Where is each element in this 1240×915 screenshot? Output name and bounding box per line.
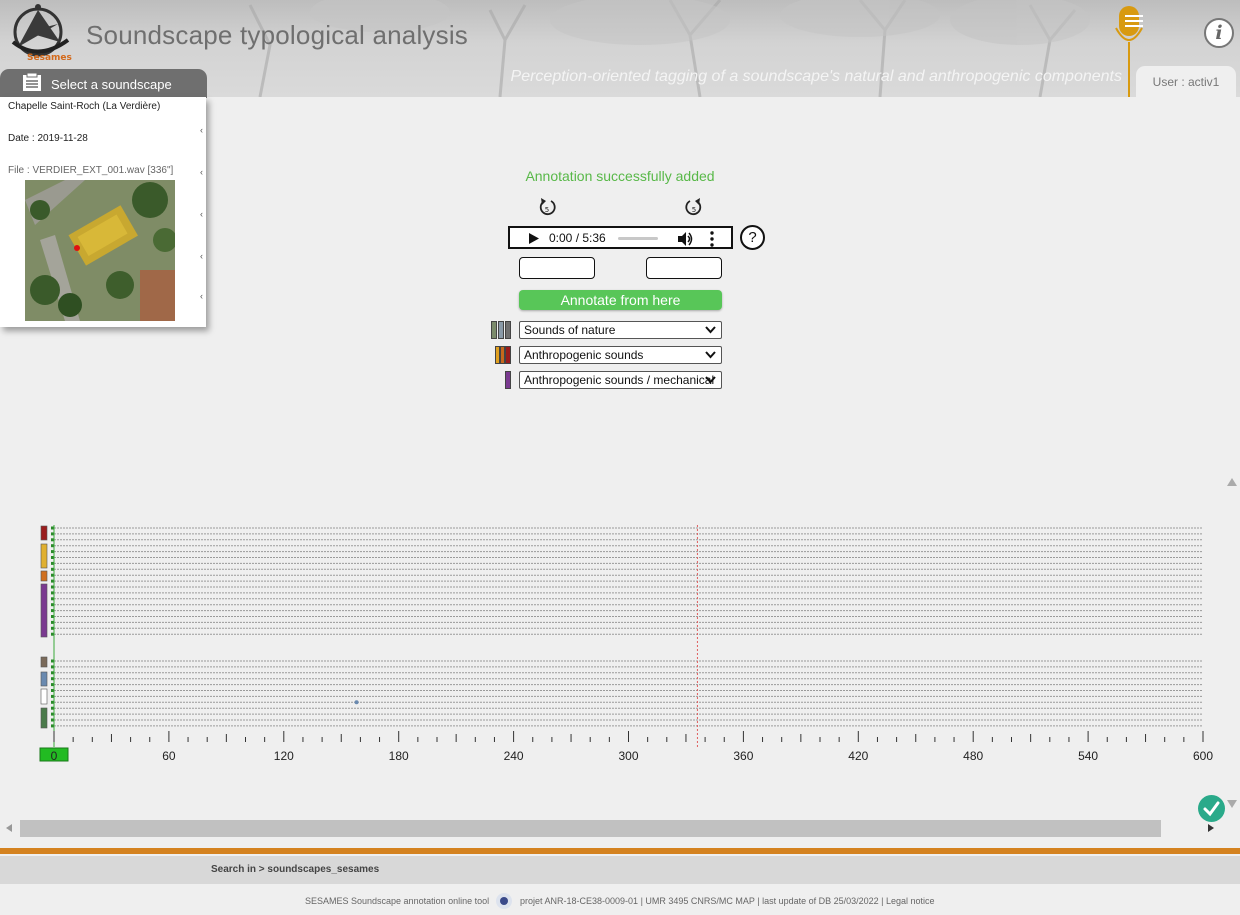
forward-value: 5 [692,206,696,214]
list-icon [23,73,41,91]
footer-divider [0,848,1240,854]
nature-category-select[interactable]: Sounds of nature [519,321,722,339]
x-tick-label: 480 [963,749,983,763]
annotate-from-here-button[interactable]: Annotate from here [519,290,722,310]
nature-select-value: Sounds of nature [524,323,616,337]
category-color-block [40,570,48,582]
chevron-down-icon [705,351,716,359]
mechanical-color-swatch [505,371,511,389]
user-label[interactable]: User : activ1 [1136,66,1236,97]
scroll-down-icon[interactable] [1227,800,1237,808]
panel-chevron-icon[interactable]: ‹ [200,251,203,261]
soundscape-file: File : VERDIER_EXT_001.wav [336"] [8,165,174,176]
select-soundscape-label: Select a soundscape [51,77,172,92]
status-message: Annotation successfully added [525,168,715,184]
audio-progress-bar[interactable] [618,237,658,240]
anthropogenic-category-select[interactable]: Anthropogenic sounds [519,346,722,364]
footer-credits[interactable]: projet ANR-18-CE38-0009-01 | UMR 3495 CN… [520,896,935,906]
search-path[interactable]: Search in > soundscapes_sesames [211,864,379,875]
category-color-block [40,583,48,638]
page-subtitle: Perception-oriented tagging of a soundsc… [510,68,1122,85]
soundscape-panel: Chapelle Saint-Roch (La Verdière) Date :… [0,97,206,327]
start-time-input[interactable] [519,257,595,279]
category-color-block [40,525,48,541]
forward-5s-icon[interactable]: 5 [684,195,704,217]
x-tick-label: 360 [733,749,753,763]
rewind-5s-icon[interactable]: 5 [537,195,557,217]
anthropogenic-color-swatch [495,346,511,364]
x-tick-label: 600 [1193,749,1213,763]
more-options-icon[interactable] [710,231,714,247]
page-title: Soundscape typological analysis [86,20,468,50]
scroll-right-icon[interactable] [1208,824,1214,832]
mechanical-select-value: Anthropogenic sounds / mechanical [524,373,715,387]
x-tick-label: 0 [51,749,58,763]
aerial-photo[interactable] [25,180,175,321]
category-color-block [40,707,48,729]
category-color-block [40,543,48,569]
scroll-up-icon[interactable] [1227,478,1237,486]
soundscape-place: Chapelle Saint-Roch (La Verdière) [8,101,161,112]
category-color-block [40,656,48,668]
scrollbar-thumb[interactable] [20,820,1161,837]
rewind-back-value: 5 [545,206,549,214]
x-tick-label: 180 [389,749,409,763]
annotation-timeline[interactable]: 0 60 120 180 240 300 360 420 480 540 600 [0,515,1240,765]
audio-time: 0:00 / 5:36 [549,231,606,245]
panel-chevron-icon[interactable]: ‹ [200,209,203,219]
annotation-point [354,700,359,705]
footer-tool-name: SESAMES Soundscape annotation online too… [305,896,490,906]
panel-chevron-icon[interactable]: ‹ [200,125,203,135]
x-tick-label: 240 [504,749,524,763]
x-tick-label: 300 [618,749,638,763]
x-tick-label: 420 [848,749,868,763]
category-color-block [40,688,48,705]
panel-chevron-icon[interactable]: ‹ [200,167,203,177]
panel-chevron-icon[interactable]: ‹ [200,291,203,301]
search-bar: Search in > soundscapes_sesames [0,856,1240,884]
footer: SESAMES Soundscape annotation online too… [0,888,1240,915]
nature-color-swatch [491,321,511,339]
chevron-down-icon [705,376,716,384]
audio-player[interactable]: 0:00 / 5:36 [508,226,733,249]
info-button[interactable]: i [1204,18,1234,48]
chevron-down-icon [705,326,716,334]
x-tick-label: 540 [1078,749,1098,763]
horizontal-scrollbar[interactable] [0,818,1240,839]
category-color-block [40,671,48,687]
volume-icon[interactable] [678,232,693,246]
scroll-left-icon[interactable] [6,824,12,832]
logo-text: Sesames [27,53,72,63]
cnrs-logo-icon [496,893,512,909]
anthropogenic-select-value: Anthropogenic sounds [524,348,644,362]
x-tick-label: 120 [274,749,294,763]
soundscape-date: Date : 2019-11-28 [8,133,88,144]
select-soundscape-tab[interactable]: Select a soundscape [0,69,207,98]
play-icon[interactable] [529,233,539,244]
mechanical-category-select[interactable]: Anthropogenic sounds / mechanical [519,371,722,389]
x-tick-label: 60 [162,749,176,763]
help-button[interactable]: ? [740,225,765,250]
end-time-input[interactable] [646,257,722,279]
